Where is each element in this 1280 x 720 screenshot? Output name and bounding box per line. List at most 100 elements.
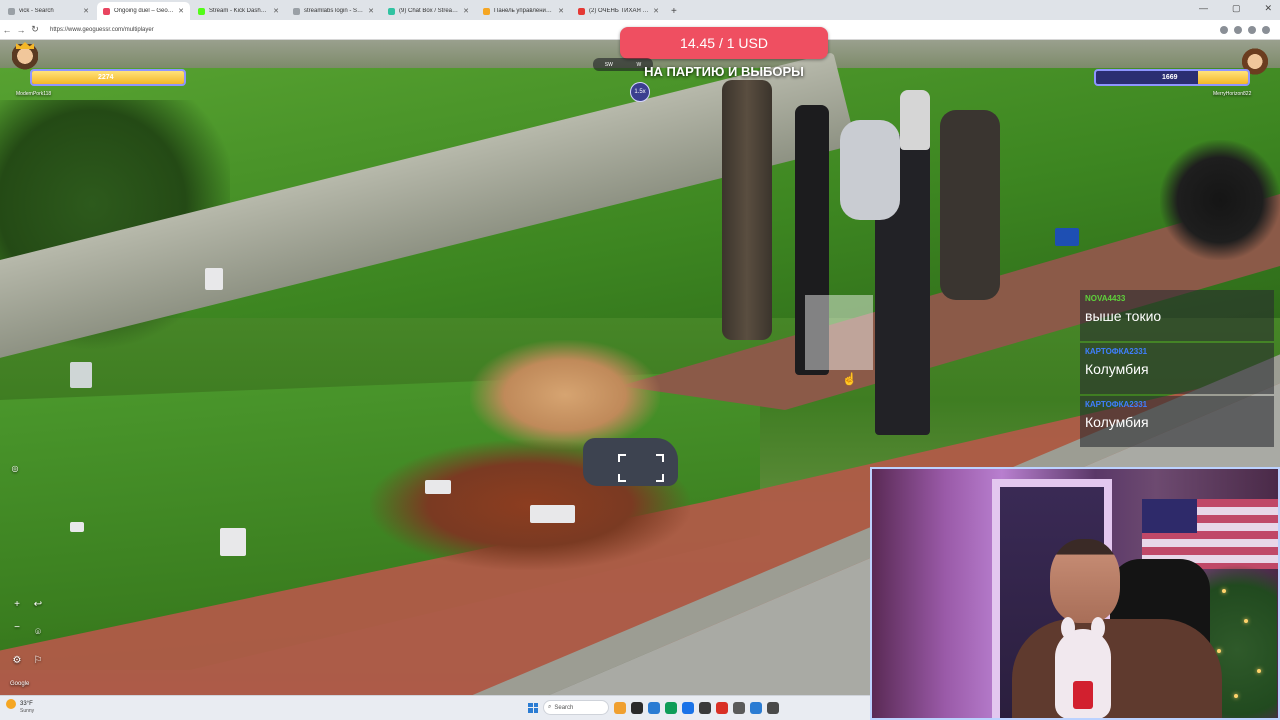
window-controls: — ▢ ✕ xyxy=(1199,3,1272,14)
minimize-button[interactable]: — xyxy=(1199,3,1208,14)
temperature: 33°F xyxy=(20,701,33,707)
extension-icons xyxy=(1220,25,1270,34)
tab-close-icon[interactable]: ✕ xyxy=(368,7,374,15)
back-button[interactable]: ← xyxy=(0,25,14,35)
tab-favicon-icon xyxy=(198,7,205,15)
litter xyxy=(205,268,223,290)
hand-cursor-icon: ☝ xyxy=(842,372,857,386)
taskbar-app-icon[interactable] xyxy=(648,701,660,714)
browser-tab[interactable]: Stream - Kick Dashboard ✕ xyxy=(192,2,285,20)
bundle xyxy=(840,120,900,220)
chat-message: NOVA4433 выше токио xyxy=(1080,290,1274,341)
search-icon: ⌕ xyxy=(548,704,552,710)
litter xyxy=(1055,228,1079,246)
settings-button[interactable]: ⚙ xyxy=(10,653,24,667)
browser-tab[interactable]: (9) Chat Box / Streamlabs ✕ xyxy=(382,2,475,20)
opponent-name: MerryHorizon822 xyxy=(1213,91,1252,97)
taskbar-app-icon[interactable] xyxy=(699,701,711,714)
start-button[interactable] xyxy=(528,702,538,713)
light xyxy=(1244,619,1248,623)
browser-tab[interactable]: vick - Search ✕ xyxy=(2,2,95,20)
zoom-out-button[interactable]: − xyxy=(10,620,24,634)
tab-close-icon[interactable]: ✕ xyxy=(178,7,184,15)
report-icon[interactable]: ◎ xyxy=(8,461,22,475)
health-value: 2274 xyxy=(98,74,114,81)
undo-button[interactable]: ↩ xyxy=(31,597,45,611)
google-logo: Google xyxy=(10,681,30,687)
tab-favicon-icon xyxy=(103,7,110,15)
taskbar-app-icon[interactable] xyxy=(631,701,643,714)
taskbar: 33°F Sunny ⌕ Search xyxy=(0,695,870,720)
litter xyxy=(530,505,575,523)
tab-close-icon[interactable]: ✕ xyxy=(558,7,564,15)
litter xyxy=(425,480,451,494)
browser-tab-bar: vick - Search✕Ongoing duel – GeoGuessr✕S… xyxy=(0,0,1280,20)
tab-favicon-icon xyxy=(578,7,585,15)
person xyxy=(900,90,930,150)
taskbar-app-icon[interactable] xyxy=(614,701,626,714)
tab-close-icon[interactable]: ✕ xyxy=(463,7,469,15)
health-value: 1669 xyxy=(1162,74,1178,81)
search-placeholder: Search xyxy=(554,704,574,711)
chat-username: NOVA4433 xyxy=(1085,294,1126,303)
litter xyxy=(220,528,246,556)
tab-title: Панель управления - DonationAl xyxy=(494,8,554,14)
taskbar-search[interactable]: ⌕ Search xyxy=(543,700,609,715)
taskbar-app-icon[interactable] xyxy=(682,701,694,714)
hover-highlight xyxy=(805,295,873,370)
extension-icon[interactable] xyxy=(1248,25,1256,34)
tab-favicon-icon xyxy=(293,7,300,15)
donation-message: НА ПАРТИЮ И ВЫБОРЫ xyxy=(644,64,804,79)
flag-icon[interactable]: ⚐ xyxy=(31,653,45,667)
light xyxy=(1222,589,1226,593)
donation-banner: 14.45 / 1 USD xyxy=(620,27,828,59)
taskbar-app-icon[interactable] xyxy=(733,701,745,714)
tab-title: Ongoing duel – GeoGuessr xyxy=(114,8,174,14)
right-health-bar: 1669 xyxy=(1094,69,1250,86)
tab-favicon-icon xyxy=(8,7,15,15)
location-pin-icon[interactable]: ⌾ xyxy=(31,625,45,639)
chat-text: Колумбия xyxy=(1085,414,1149,430)
browser-tab[interactable]: streamlabs login - Search ✕ xyxy=(287,2,380,20)
cart xyxy=(940,110,1000,300)
tab-close-icon[interactable]: ✕ xyxy=(83,7,89,15)
left-health-bar: 2274 xyxy=(30,69,186,86)
tab-title: vick - Search xyxy=(19,8,54,14)
streamer-head xyxy=(1050,539,1120,623)
weather-condition: Sunny xyxy=(20,708,35,714)
weather-widget[interactable]: 33°F Sunny xyxy=(6,699,34,714)
chat-message: КАРТОФКА2331 Колумбия xyxy=(1080,343,1274,394)
chat-username: КАРТОФКА2331 xyxy=(1085,400,1148,409)
taskbar-app-icon[interactable] xyxy=(750,701,762,714)
taskbar-app-icon[interactable] xyxy=(716,701,728,714)
new-tab-button[interactable]: + xyxy=(671,2,677,20)
zoom-in-button[interactable]: + xyxy=(10,597,24,611)
profile-icon[interactable] xyxy=(1262,25,1270,34)
browser-tab[interactable]: Ongoing duel – GeoGuessr ✕ xyxy=(97,2,190,20)
close-window-button[interactable]: ✕ xyxy=(1264,3,1272,14)
light xyxy=(1234,694,1238,698)
trash-bags xyxy=(1160,140,1280,260)
crosshair xyxy=(618,454,664,482)
plush-toy xyxy=(1055,617,1111,718)
forward-button[interactable]: → xyxy=(14,25,28,35)
tab-close-icon[interactable]: ✕ xyxy=(273,7,279,15)
browser-tab[interactable]: (2) ОЧЕНЬ ТИХАЯ - ЮНОСТЬ В ✕ xyxy=(572,2,665,20)
taskbar-app-icon[interactable] xyxy=(665,701,677,714)
webcam-overlay xyxy=(870,467,1280,720)
extension-icon[interactable] xyxy=(1234,25,1242,34)
extension-icon[interactable] xyxy=(1220,25,1228,34)
tab-favicon-icon xyxy=(388,7,395,15)
light xyxy=(1257,669,1261,673)
taskbar-app-icon[interactable] xyxy=(767,701,779,714)
tab-close-icon[interactable]: ✕ xyxy=(653,7,659,15)
browser-tab[interactable]: Панель управления - DonationAl ✕ xyxy=(477,2,570,20)
player-name: ModernPork118 xyxy=(16,91,52,97)
litter xyxy=(70,522,84,532)
streamer-body xyxy=(1012,619,1222,718)
maximize-button[interactable]: ▢ xyxy=(1232,3,1241,14)
crown-icon xyxy=(16,42,34,49)
chat-username: КАРТОФКА2331 xyxy=(1085,347,1148,356)
reload-button[interactable]: ↻ xyxy=(28,24,42,35)
damage-multiplier-badge: 1.5x xyxy=(630,82,650,102)
